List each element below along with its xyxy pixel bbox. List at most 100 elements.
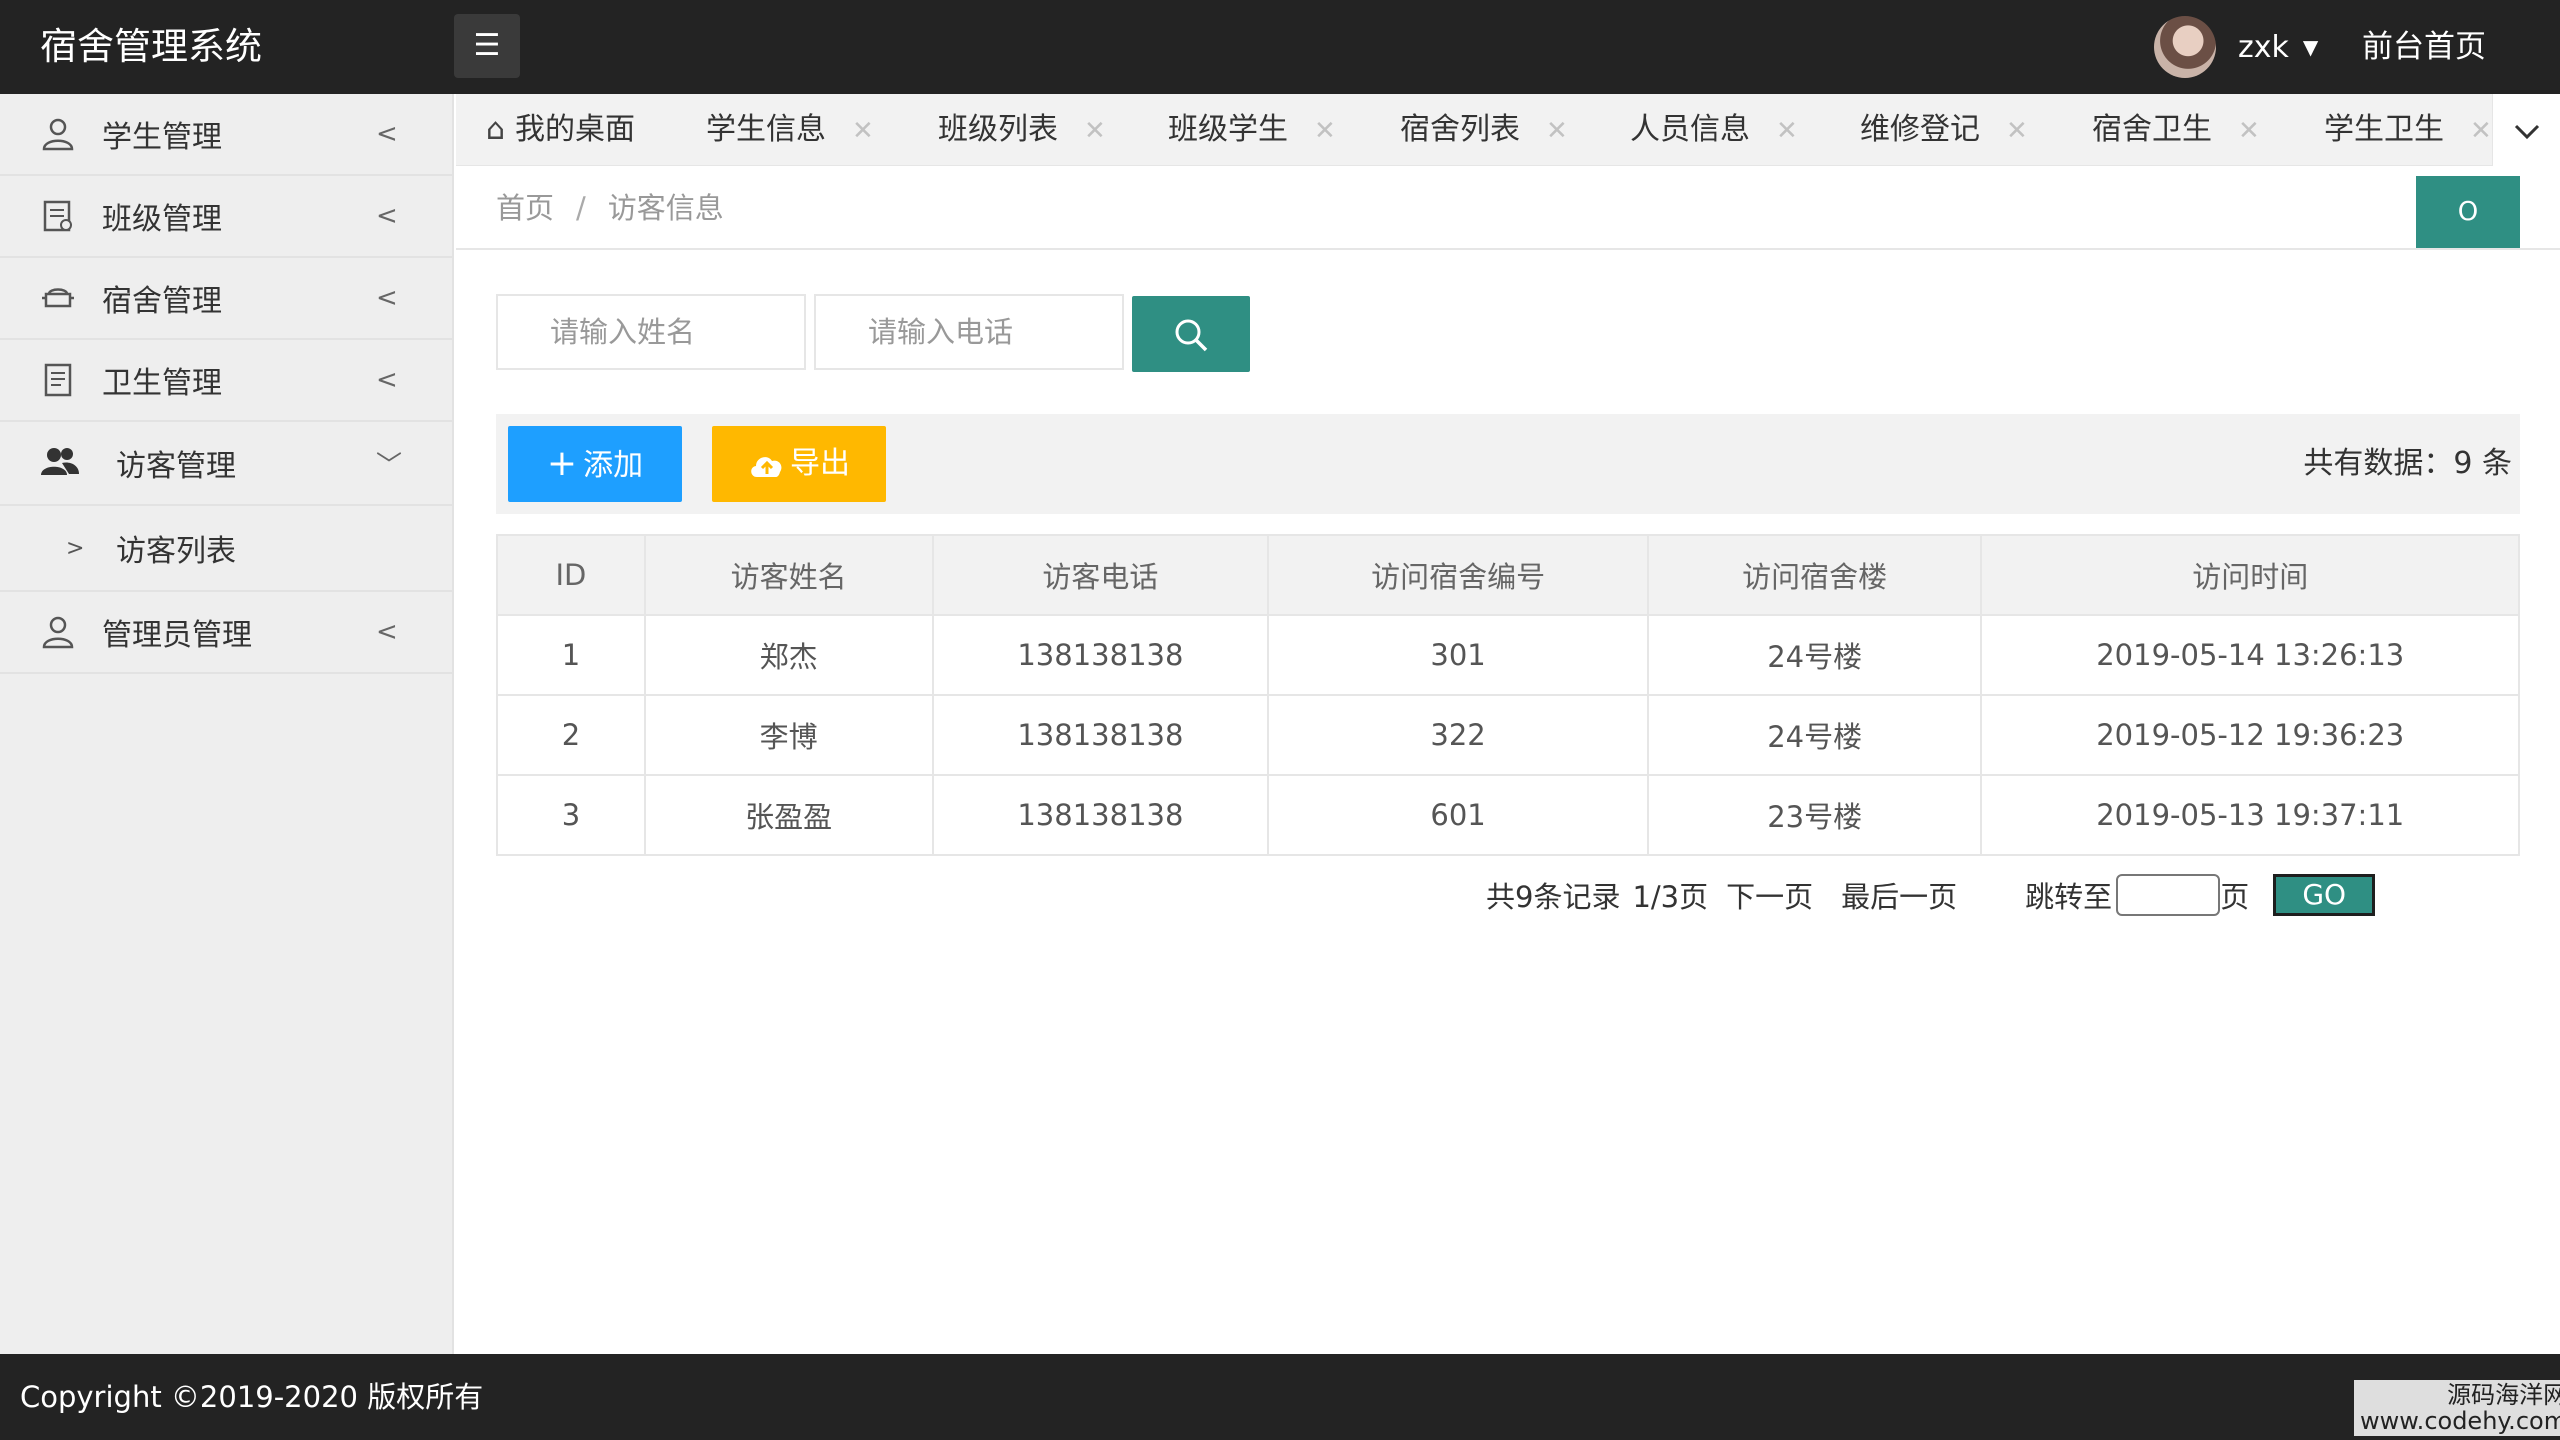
table-cell: 2019-05-12 19:36:23 [1980,694,2520,776]
tab-repair-register[interactable]: 维修登记 ✕ [1860,94,2028,166]
chevron-left-icon: < [376,119,398,149]
list-icon [40,362,76,398]
sidebar-item-label: 班级管理 [102,202,222,237]
close-icon[interactable]: ✕ [852,116,874,146]
cloud-upload-icon [751,456,782,477]
avatar[interactable] [2154,16,2216,78]
search-icon [1175,319,1208,352]
menu-toggle-button[interactable]: ☰ [454,14,520,78]
footer: Copyright ©2019-2020 版权所有 [0,1354,2560,1440]
tab-label: 学生信息 [706,112,826,147]
users-icon [40,445,79,481]
chevron-left-icon: < [376,365,398,395]
tab-class-list[interactable]: 班级列表 ✕ [938,94,1106,166]
sidebar-item-admins[interactable]: 管理员管理 < [0,592,452,674]
phone-search-input[interactable] [814,294,1124,370]
tab-label: 我的桌面 [515,112,636,147]
table-row: 1 郑杰 138138138 301 24号楼 2019-05-14 13:26… [496,614,2520,696]
sidebar: 学生管理 < 班级管理 < 宿舍管理 < 卫生管理 < 访客管理 ﹀ > 访客列… [0,94,454,1354]
watermark-line: www.codehy.com [2360,1407,2560,1435]
pagination: 共9条记录 1/3页 下一页 最后一页 跳转至 页 GO [1486,870,2376,920]
close-icon[interactable]: ✕ [1314,116,1336,146]
menu-icon: ☰ [473,28,501,63]
close-icon[interactable]: ✕ [1776,116,1798,146]
sidebar-item-label: 访客管理 [116,449,236,484]
next-page-link[interactable]: 下一页 [1726,874,1813,916]
column-header: 访问时间 [1980,534,2520,616]
tab-label: 人员信息 [1630,112,1750,147]
table-cell: 138138138 [931,614,1270,696]
caret-down-icon[interactable]: ▼ [2303,35,2318,59]
plus-icon: + [546,443,578,484]
close-icon[interactable]: ✕ [2006,116,2028,146]
tab-dorm-hygiene[interactable]: 宿舍卫生 ✕ [2092,94,2260,166]
export-button[interactable]: 导出 [712,426,886,502]
user-name[interactable]: zxk [2238,30,2289,65]
jump-page-input[interactable] [2116,874,2221,916]
close-icon[interactable]: ✕ [2470,116,2492,146]
top-header: 宿舍管理系统 ☰ zxk ▼ 前台首页 [0,0,2560,94]
sidebar-item-classes[interactable]: 班级管理 < [0,176,452,258]
tab-label: 班级学生 [1168,112,1288,147]
sidebar-item-visitors[interactable]: 访客管理 ﹀ [0,422,452,506]
table-cell: 2 [496,694,646,776]
table-cell: 138138138 [931,774,1270,856]
tab-student-hygiene[interactable]: 学生卫生 ✕ [2324,94,2492,166]
tab-label: 学生卫生 [2324,112,2444,147]
export-button-label: 导出 [790,446,850,481]
column-header: 访问宿舍编号 [1267,534,1649,616]
watermark-line: 源码海洋网 [2447,1381,2560,1409]
table-toolbar: + 添加 导出 共有数据：9 条 [496,414,2520,514]
sidebar-subitem-label: 访客列表 [116,534,236,569]
refresh-icon: Ο [2457,197,2479,227]
column-header: 访客电话 [931,534,1270,616]
tab-more-button[interactable] [2492,94,2560,166]
close-icon[interactable]: ✕ [2238,116,2260,146]
sidebar-item-label: 管理员管理 [102,618,252,653]
sidebar-item-hygiene[interactable]: 卫生管理 < [0,340,452,422]
record-count: 共9条记录 [1486,880,1621,914]
tab-student-info[interactable]: 学生信息 ✕ [706,94,874,166]
breadcrumb-home[interactable]: 首页 [496,191,554,225]
chevron-left-icon: < [376,617,398,647]
chevron-left-icon: < [376,283,398,313]
front-page-link[interactable]: 前台首页 [2362,0,2486,94]
table-cell: 1 [496,614,646,696]
table-row: 2 李博 138138138 322 24号楼 2019-05-12 19:36… [496,694,2520,776]
copyright-text: Copyright ©2019-2020 版权所有 [20,1380,484,1414]
breadcrumb-separator: / [576,191,586,225]
tab-dorm-list[interactable]: 宿舍列表 ✕ [1400,94,1568,166]
sidebar-item-label: 学生管理 [102,120,222,155]
close-icon[interactable]: ✕ [1084,116,1106,146]
sidebar-item-students[interactable]: 学生管理 < [0,94,452,176]
go-button[interactable]: GO [2273,874,2376,916]
sidebar-item-dorms[interactable]: 宿舍管理 < [0,258,452,340]
add-button-label: 添加 [583,448,644,483]
add-button[interactable]: + 添加 [508,426,682,502]
watermark: 源码海洋网 www.codehy.com [2354,1380,2560,1436]
column-header: ID [496,534,646,616]
page-unit-label: 页 [2220,880,2250,914]
search-button[interactable] [1132,296,1250,372]
column-header: 访客姓名 [643,534,934,616]
table-cell: 郑杰 [643,614,934,696]
sidebar-subitem-visitor-list[interactable]: > 访客列表 [0,506,452,592]
user-menu[interactable]: zxk ▼ [2154,16,2318,78]
sidebar-item-label: 卫生管理 [102,366,222,401]
breadcrumb-bar: 首页 / 访客信息 [456,166,2560,250]
tab-class-students[interactable]: 班级学生 ✕ [1168,94,1336,166]
table-cell: 23号楼 [1646,774,1983,856]
tab-desktop[interactable]: ⌂ 我的桌面 [486,94,635,166]
table-header-row: ID 访客姓名 访客电话 访问宿舍编号 访问宿舍楼 访问时间 [496,534,2520,616]
close-icon[interactable]: ✕ [1546,116,1568,146]
last-page-link[interactable]: 最后一页 [1841,874,1957,916]
table-cell: 322 [1267,694,1649,776]
tab-staff-info[interactable]: 人员信息 ✕ [1630,94,1798,166]
refresh-button[interactable]: Ο [2416,176,2520,248]
breadcrumb: 首页 / 访客信息 [496,166,724,250]
home-icon: ⌂ [486,112,506,147]
jump-to-label: 跳转至 [2025,880,2113,914]
name-search-input[interactable] [496,294,806,370]
app-title: 宿舍管理系统 [40,25,262,68]
table-cell: 24号楼 [1646,694,1983,776]
